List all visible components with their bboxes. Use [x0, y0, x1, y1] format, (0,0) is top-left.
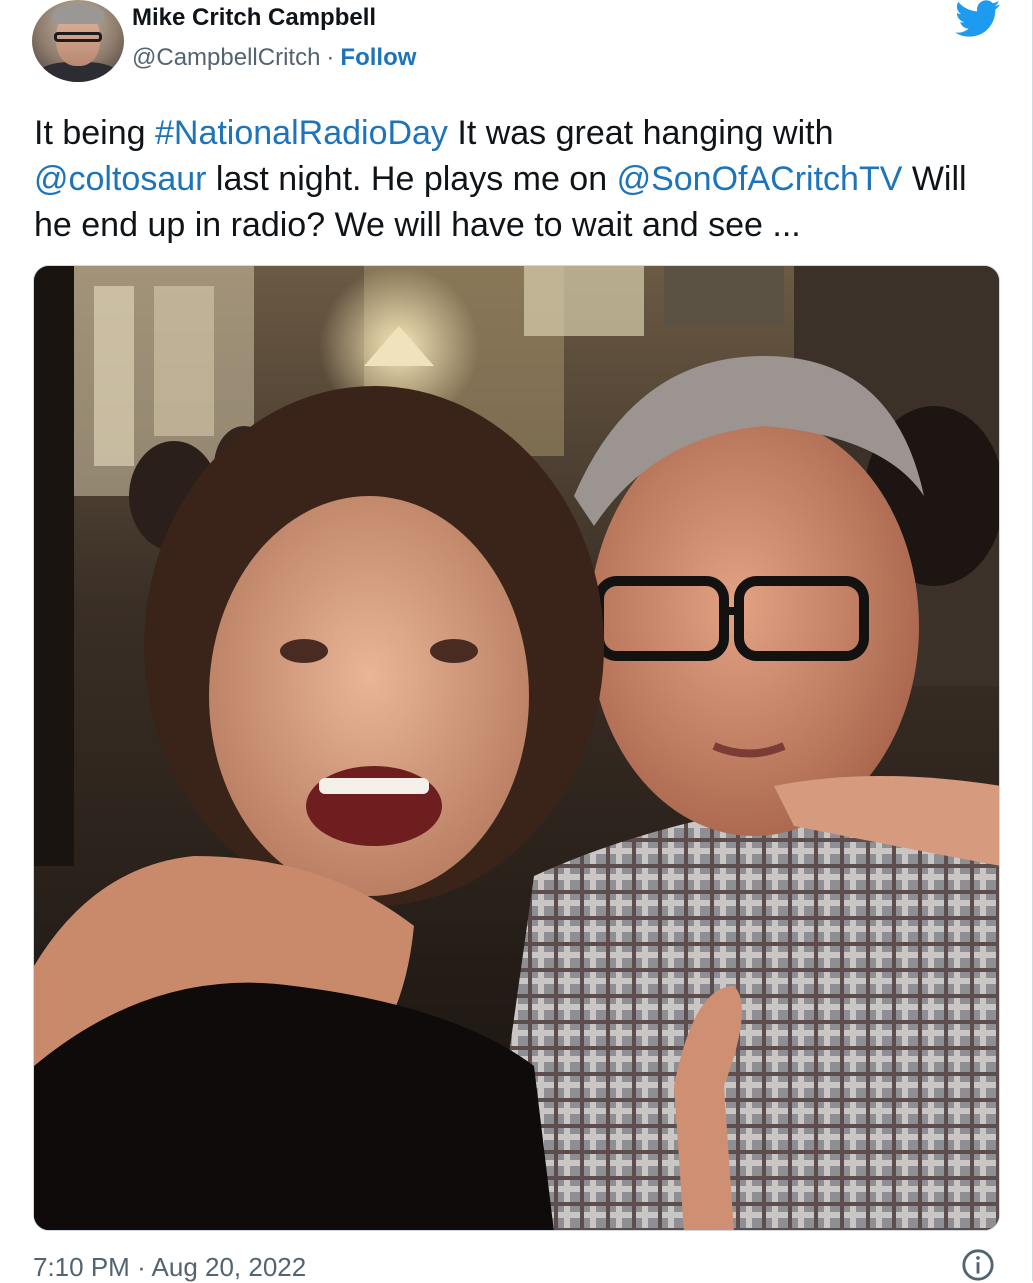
tweet-time: 7:10 PM	[33, 1252, 130, 1282]
tweet-date: Aug 20, 2022	[151, 1252, 307, 1282]
author-display-name[interactable]: Mike Critch Campbell	[132, 4, 376, 32]
author-handle[interactable]: @CampbellCritch	[132, 44, 320, 71]
tweet-photo-image	[34, 266, 999, 1230]
author-avatar[interactable]	[32, 0, 124, 82]
hashtag-link[interactable]: #NationalRadioDay	[155, 114, 448, 152]
handle-separator: ·	[326, 44, 335, 71]
tweet-text: It being #NationalRadioDay It was great …	[34, 110, 994, 248]
tweet-text-part: last night. He plays me on	[206, 160, 617, 198]
author-handle-row: @CampbellCritch · Follow	[132, 44, 416, 72]
tweet-timestamp[interactable]: 7:10 PM · Aug 20, 2022	[33, 1252, 306, 1283]
tweet-text-intro: It being	[34, 114, 155, 152]
mention-link[interactable]: @coltosaur	[34, 160, 206, 198]
tweet-photo[interactable]	[33, 265, 1000, 1231]
mention-link[interactable]: @SonOfACritchTV	[617, 160, 903, 198]
timestamp-separator: ·	[137, 1252, 146, 1282]
info-icon[interactable]	[961, 1248, 995, 1282]
twitter-bird-icon[interactable]	[953, 0, 1003, 38]
tweet-card: Mike Critch Campbell @CampbellCritch · Fol…	[0, 0, 1033, 1283]
tweet-text-part: It was great hanging with	[447, 114, 834, 152]
follow-button[interactable]: Follow	[340, 44, 416, 71]
